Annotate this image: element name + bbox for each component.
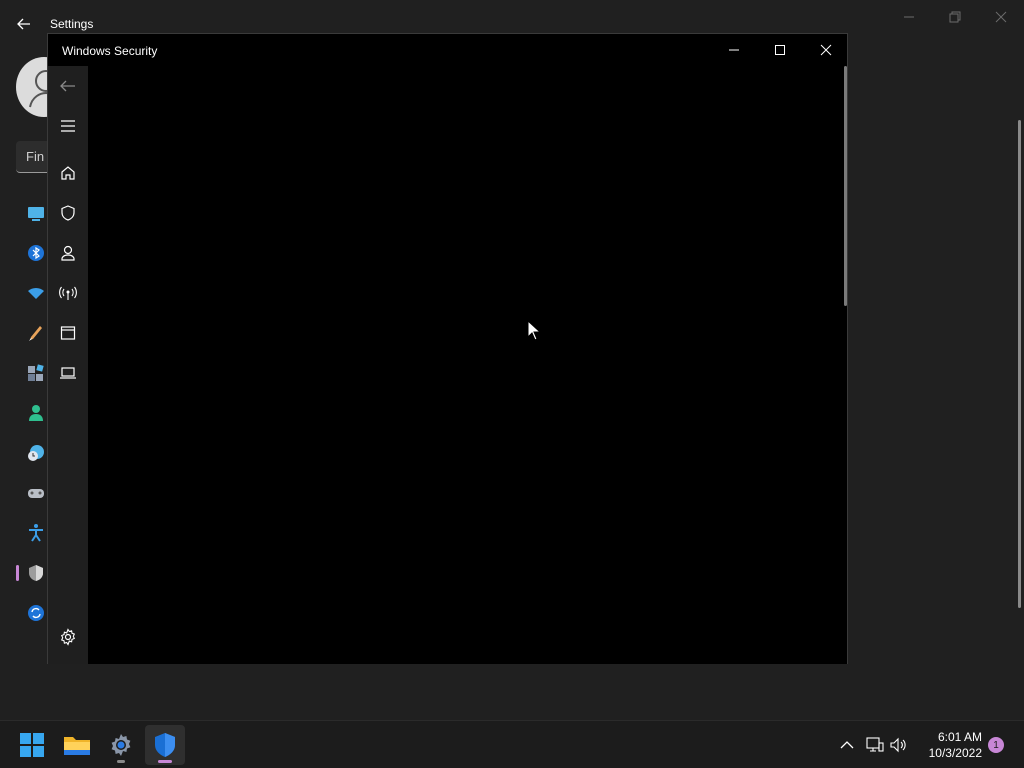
settings-search-text: Fin — [26, 149, 45, 164]
nav-personalization[interactable] — [26, 323, 46, 343]
notification-badge[interactable]: 1 — [988, 737, 1004, 753]
firewall-antenna-icon — [59, 286, 77, 300]
settings-close-button[interactable] — [990, 6, 1012, 28]
ws-close-button[interactable] — [812, 38, 840, 62]
taskbar-windows-security[interactable] — [145, 725, 185, 765]
ws-nav-home[interactable] — [58, 163, 78, 183]
nav-privacy-security[interactable] — [26, 563, 46, 583]
ws-back-button[interactable] — [58, 76, 78, 96]
nav-network[interactable] — [26, 283, 46, 303]
privacy-security-icon — [29, 565, 43, 581]
nav-accounts[interactable] — [26, 403, 46, 423]
accessibility-icon — [29, 524, 43, 542]
clock-date: 10/3/2022 — [928, 746, 982, 760]
home-icon — [61, 166, 75, 180]
system-icon — [28, 207, 44, 221]
back-arrow-icon — [60, 80, 75, 92]
close-icon — [820, 44, 832, 56]
mouse-pointer-icon — [527, 320, 541, 341]
chevron-up-icon — [840, 741, 854, 749]
settings-running-indicator — [117, 760, 125, 763]
taskbar: 6:01 AM 10/3/2022 1 — [0, 720, 1024, 768]
accounts-icon — [29, 405, 43, 421]
nav-gaming[interactable] — [26, 483, 46, 503]
speaker-volume-icon — [890, 737, 906, 753]
personalization-icon — [29, 326, 42, 341]
settings-app-icon — [111, 734, 131, 756]
ws-window-title: Windows Security — [62, 44, 158, 58]
start-icon — [20, 733, 44, 757]
ws-scrollbar[interactable] — [844, 66, 847, 306]
close-icon — [995, 11, 1007, 23]
nav-apps[interactable] — [26, 363, 46, 383]
ws-settings-button[interactable] — [58, 627, 78, 647]
settings-gear-icon — [60, 628, 76, 646]
taskbar-clock[interactable]: 6:01 AM 10/3/2022 — [916, 729, 982, 761]
shield-icon — [61, 205, 75, 221]
network-wired-icon — [866, 737, 884, 752]
file-explorer-icon — [64, 737, 90, 755]
tray-network[interactable] — [865, 735, 885, 755]
security-active-indicator — [158, 760, 172, 763]
windows-security-app-icon — [155, 733, 175, 757]
taskbar-file-explorer[interactable] — [57, 725, 97, 765]
hamburger-menu-icon — [61, 120, 75, 132]
tray-overflow-button[interactable] — [837, 735, 857, 755]
account-person-icon — [61, 245, 75, 261]
nav-time-language[interactable] — [26, 443, 46, 463]
time-language-icon — [28, 445, 44, 461]
start-button[interactable] — [12, 725, 52, 765]
nav-windows-update[interactable] — [26, 603, 46, 623]
ws-content-area — [88, 66, 847, 664]
minimize-icon — [729, 49, 739, 51]
minimize-icon — [904, 16, 914, 18]
windows-security-window: Windows Security — [47, 33, 848, 664]
app-browser-control-icon — [60, 326, 76, 340]
network-icon — [28, 287, 44, 299]
nav-accessibility[interactable] — [26, 523, 46, 543]
windows-update-icon — [28, 605, 44, 621]
ws-sidebar — [48, 66, 88, 664]
tray-volume[interactable] — [889, 735, 909, 755]
ws-minimize-button[interactable] — [720, 38, 748, 62]
ws-nav-account-protection[interactable] — [58, 243, 78, 263]
taskbar-settings[interactable] — [101, 725, 141, 765]
clock-time: 6:01 AM — [937, 730, 982, 744]
device-security-laptop-icon — [60, 367, 76, 379]
ws-title-bar[interactable]: Windows Security — [48, 34, 847, 66]
gaming-icon — [28, 489, 44, 498]
settings-minimize-button[interactable] — [898, 6, 920, 28]
ws-nav-device-security[interactable] — [58, 363, 78, 383]
apps-icon — [28, 364, 44, 381]
settings-scrollbar[interactable] — [1018, 120, 1021, 608]
nav-bluetooth[interactable] — [26, 243, 46, 263]
settings-title: Settings — [50, 17, 94, 31]
back-arrow-icon — [17, 18, 30, 30]
ws-nav-app-browser-control[interactable] — [58, 323, 78, 343]
bluetooth-icon — [28, 245, 44, 261]
settings-back-button[interactable] — [14, 14, 34, 34]
ws-nav-virus-protection[interactable] — [58, 203, 78, 223]
ws-nav-firewall[interactable] — [58, 283, 78, 303]
ws-menu-button[interactable] — [58, 116, 78, 136]
maximize-icon — [775, 45, 785, 55]
settings-restore-button[interactable] — [944, 6, 966, 28]
nav-system[interactable] — [26, 203, 46, 223]
restore-icon — [949, 11, 961, 23]
settings-title-bar: Settings — [0, 0, 1024, 34]
ws-maximize-button[interactable] — [766, 38, 794, 62]
nav-selection-indicator — [16, 565, 19, 581]
